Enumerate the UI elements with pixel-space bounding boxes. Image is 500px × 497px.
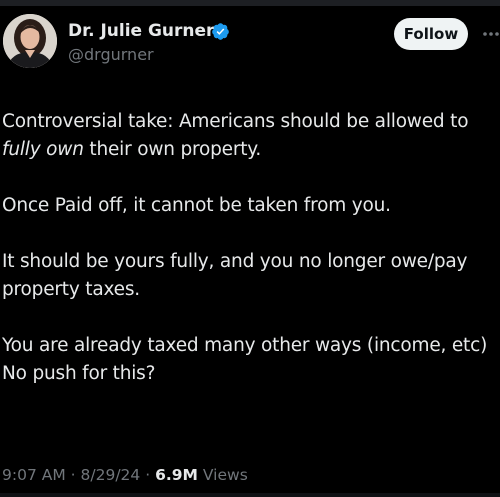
meta-separator: · (70, 466, 81, 484)
tweet-paragraph-4: You are already taxed many other ways (i… (2, 332, 498, 388)
tweet-date[interactable]: 8/29/24 (81, 466, 141, 484)
bottom-divider (0, 493, 500, 497)
author-handle[interactable]: @drgurner (68, 45, 154, 64)
tweet-time[interactable]: 9:07 AM (2, 466, 66, 484)
meta-separator: · (145, 466, 156, 484)
follow-button[interactable]: Follow (394, 18, 468, 50)
tweet-paragraph-2: Once Paid off, it cannot be taken from y… (2, 195, 391, 216)
author-display-name[interactable]: Dr. Julie Gurner (68, 21, 214, 41)
views-label: Views (202, 466, 248, 484)
avatar[interactable] (3, 14, 57, 68)
tweet-text-segment: their own property. (83, 139, 262, 160)
tweet-paragraph-3: It should be yours fully, and you no lon… (2, 251, 468, 300)
tweet-emphasis: fully own (2, 139, 84, 160)
views-count: 6.9M (155, 466, 198, 484)
tweet-meta: 9:07 AM · 8/29/24 · 6.9M Views (2, 466, 248, 484)
more-horizontal-icon[interactable] (482, 30, 500, 38)
top-divider (0, 0, 500, 6)
tweet-card: Dr. Julie Gurner @drgurner Follow Contro… (0, 0, 500, 497)
verified-badge-icon (212, 23, 229, 40)
tweet-text-segment: You are already taxed many other ways (i… (2, 335, 488, 356)
tweet-text-segment: No push for this? (2, 363, 156, 384)
tweet-body: Controversial take: Americans should be … (2, 108, 498, 388)
tweet-text-segment: Controversial take: Americans should be … (2, 111, 469, 132)
tweet-paragraph-1: Controversial take: Americans should be … (2, 108, 498, 164)
